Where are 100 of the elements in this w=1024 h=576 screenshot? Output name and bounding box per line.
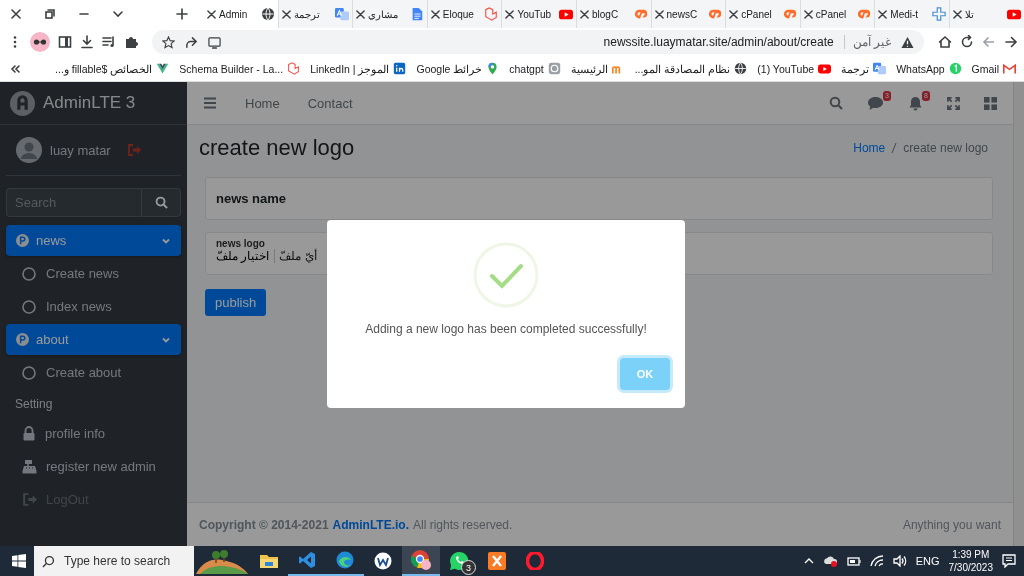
bookmark[interactable]: Gmail (971, 62, 1016, 75)
bookmark[interactable]: ترجمة (841, 62, 887, 75)
battery-icon[interactable] (846, 555, 861, 567)
forward-icon[interactable] (1004, 35, 1018, 49)
grid-icon[interactable] (984, 96, 997, 110)
close-icon[interactable] (654, 9, 664, 19)
close-icon[interactable] (729, 9, 739, 19)
search-icon[interactable] (829, 96, 843, 110)
nav-link[interactable]: Contact (307, 95, 353, 111)
taskbar-app[interactable] (402, 546, 440, 576)
browser-tab[interactable]: newsC (650, 0, 726, 28)
close-icon[interactable] (207, 9, 216, 19)
browser-tab[interactable]: Medi-t (874, 0, 949, 28)
brand-name[interactable]: AdminLTE 3 (43, 93, 136, 113)
submenu-item[interactable]: Index news (6, 291, 181, 322)
clock-time[interactable]: 1:39 PM (952, 548, 990, 561)
download-icon[interactable] (80, 35, 94, 49)
bookmark[interactable]: chatgpt (509, 62, 561, 75)
close-icon[interactable] (579, 9, 589, 19)
scrollbar[interactable] (1013, 82, 1024, 546)
field-label: news name (216, 191, 287, 206)
close-icon[interactable] (10, 8, 22, 20)
language-indicator[interactable]: ENG (915, 555, 940, 567)
install-icon[interactable] (208, 35, 221, 49)
cross-icon (931, 7, 946, 21)
wifi-icon[interactable] (869, 555, 884, 567)
user-name[interactable]: luay matar (50, 142, 111, 158)
play-icon (558, 7, 573, 21)
cubes-icon (484, 7, 499, 21)
close-icon[interactable] (505, 9, 515, 19)
browser-tab[interactable]: مشاري (352, 0, 427, 28)
menu-item[interactable]: register new admin (6, 451, 181, 482)
submenu-item[interactable]: Create about (6, 357, 181, 388)
bookmark[interactable]: (1) YouTube (757, 62, 832, 75)
browser-icon (410, 549, 432, 571)
footer-text: Anything you want (902, 517, 1001, 532)
menu-icon[interactable] (203, 97, 217, 109)
close-icon[interactable] (281, 9, 291, 19)
volume-icon[interactable] (892, 555, 907, 567)
puzzle-icon[interactable] (124, 35, 138, 49)
star-icon[interactable] (162, 35, 175, 49)
browser-tab[interactable]: cPanel (799, 0, 875, 28)
browser-tab[interactable]: تلا (948, 0, 1024, 28)
bell-icon[interactable] (908, 95, 923, 111)
breadcrumb-current: create new logo (903, 141, 988, 155)
globe-icon (734, 62, 748, 75)
search-button[interactable] (141, 188, 181, 217)
side-panel-icon[interactable] (58, 35, 72, 49)
close-icon[interactable] (952, 9, 962, 19)
close-icon[interactable] (878, 9, 888, 19)
share-icon[interactable] (185, 35, 198, 49)
home-icon[interactable] (938, 35, 952, 49)
restore-icon[interactable] (44, 8, 56, 20)
logo-icon (393, 62, 407, 75)
menu-item[interactable]: profile info (6, 418, 181, 449)
close-icon[interactable] (803, 9, 813, 19)
browser-tab[interactable]: YouTub (501, 0, 576, 28)
bookmark[interactable]: نظام المصادقة المو... (634, 62, 748, 75)
logo-icon[interactable] (10, 90, 35, 116)
bookmark[interactable]: خرائط Google (416, 62, 500, 75)
start-icon[interactable] (12, 554, 26, 568)
taskbar-search-field[interactable]: Type here to search (34, 546, 194, 576)
cloud-icon[interactable] (822, 555, 838, 567)
notification-icon[interactable] (1002, 554, 1016, 568)
browser-tab[interactable]: ترجمة (277, 0, 353, 28)
choose-file-button[interactable]: اختيار ملفّ (216, 249, 276, 263)
bookmark[interactable]: الخصائص $fillable و... (55, 62, 170, 75)
bookmark[interactable]: WhatsApp (896, 62, 962, 75)
bookmark[interactable]: LinkedIn | الموجز (310, 62, 407, 75)
knot-icon (547, 62, 561, 75)
browser-tab[interactable]: cPanel (725, 0, 800, 28)
profile-icon[interactable] (30, 32, 50, 52)
app-badge: 3 (461, 560, 476, 575)
media-list-icon[interactable] (102, 35, 116, 49)
new-tab-icon[interactable] (176, 8, 188, 20)
logo-icon (708, 7, 723, 21)
mail-icon (1003, 62, 1016, 75)
chevron-down-icon[interactable] (112, 8, 124, 20)
chevrons-icon[interactable] (10, 63, 20, 74)
lock-icon (22, 426, 36, 441)
bookmark[interactable]: الرئيسية (570, 62, 625, 75)
circle-outline-icon (22, 365, 36, 380)
chevron-up-icon[interactable] (803, 556, 814, 566)
nav-link[interactable]: Home (245, 95, 280, 111)
back-icon[interactable] (982, 35, 996, 49)
expand-icon[interactable] (947, 96, 960, 110)
browser-tab[interactable]: blogC (575, 0, 651, 28)
comments-icon[interactable] (867, 95, 884, 111)
taskbar-app[interactable]: 3 (440, 546, 478, 576)
bookmark[interactable]: Schema Builder - La... (179, 62, 301, 75)
wave-icon (336, 551, 354, 569)
avatar-icon[interactable] (16, 137, 42, 163)
circle-icon (16, 234, 29, 247)
submenu-item[interactable]: Create news (6, 258, 181, 289)
close-icon[interactable] (356, 9, 366, 19)
browser-tab[interactable]: Eloque (426, 0, 502, 28)
clock-date[interactable]: 7/30/2023 (948, 561, 993, 574)
cubes-icon (287, 62, 301, 75)
close-icon[interactable] (430, 9, 440, 19)
reload-icon[interactable] (960, 35, 974, 49)
